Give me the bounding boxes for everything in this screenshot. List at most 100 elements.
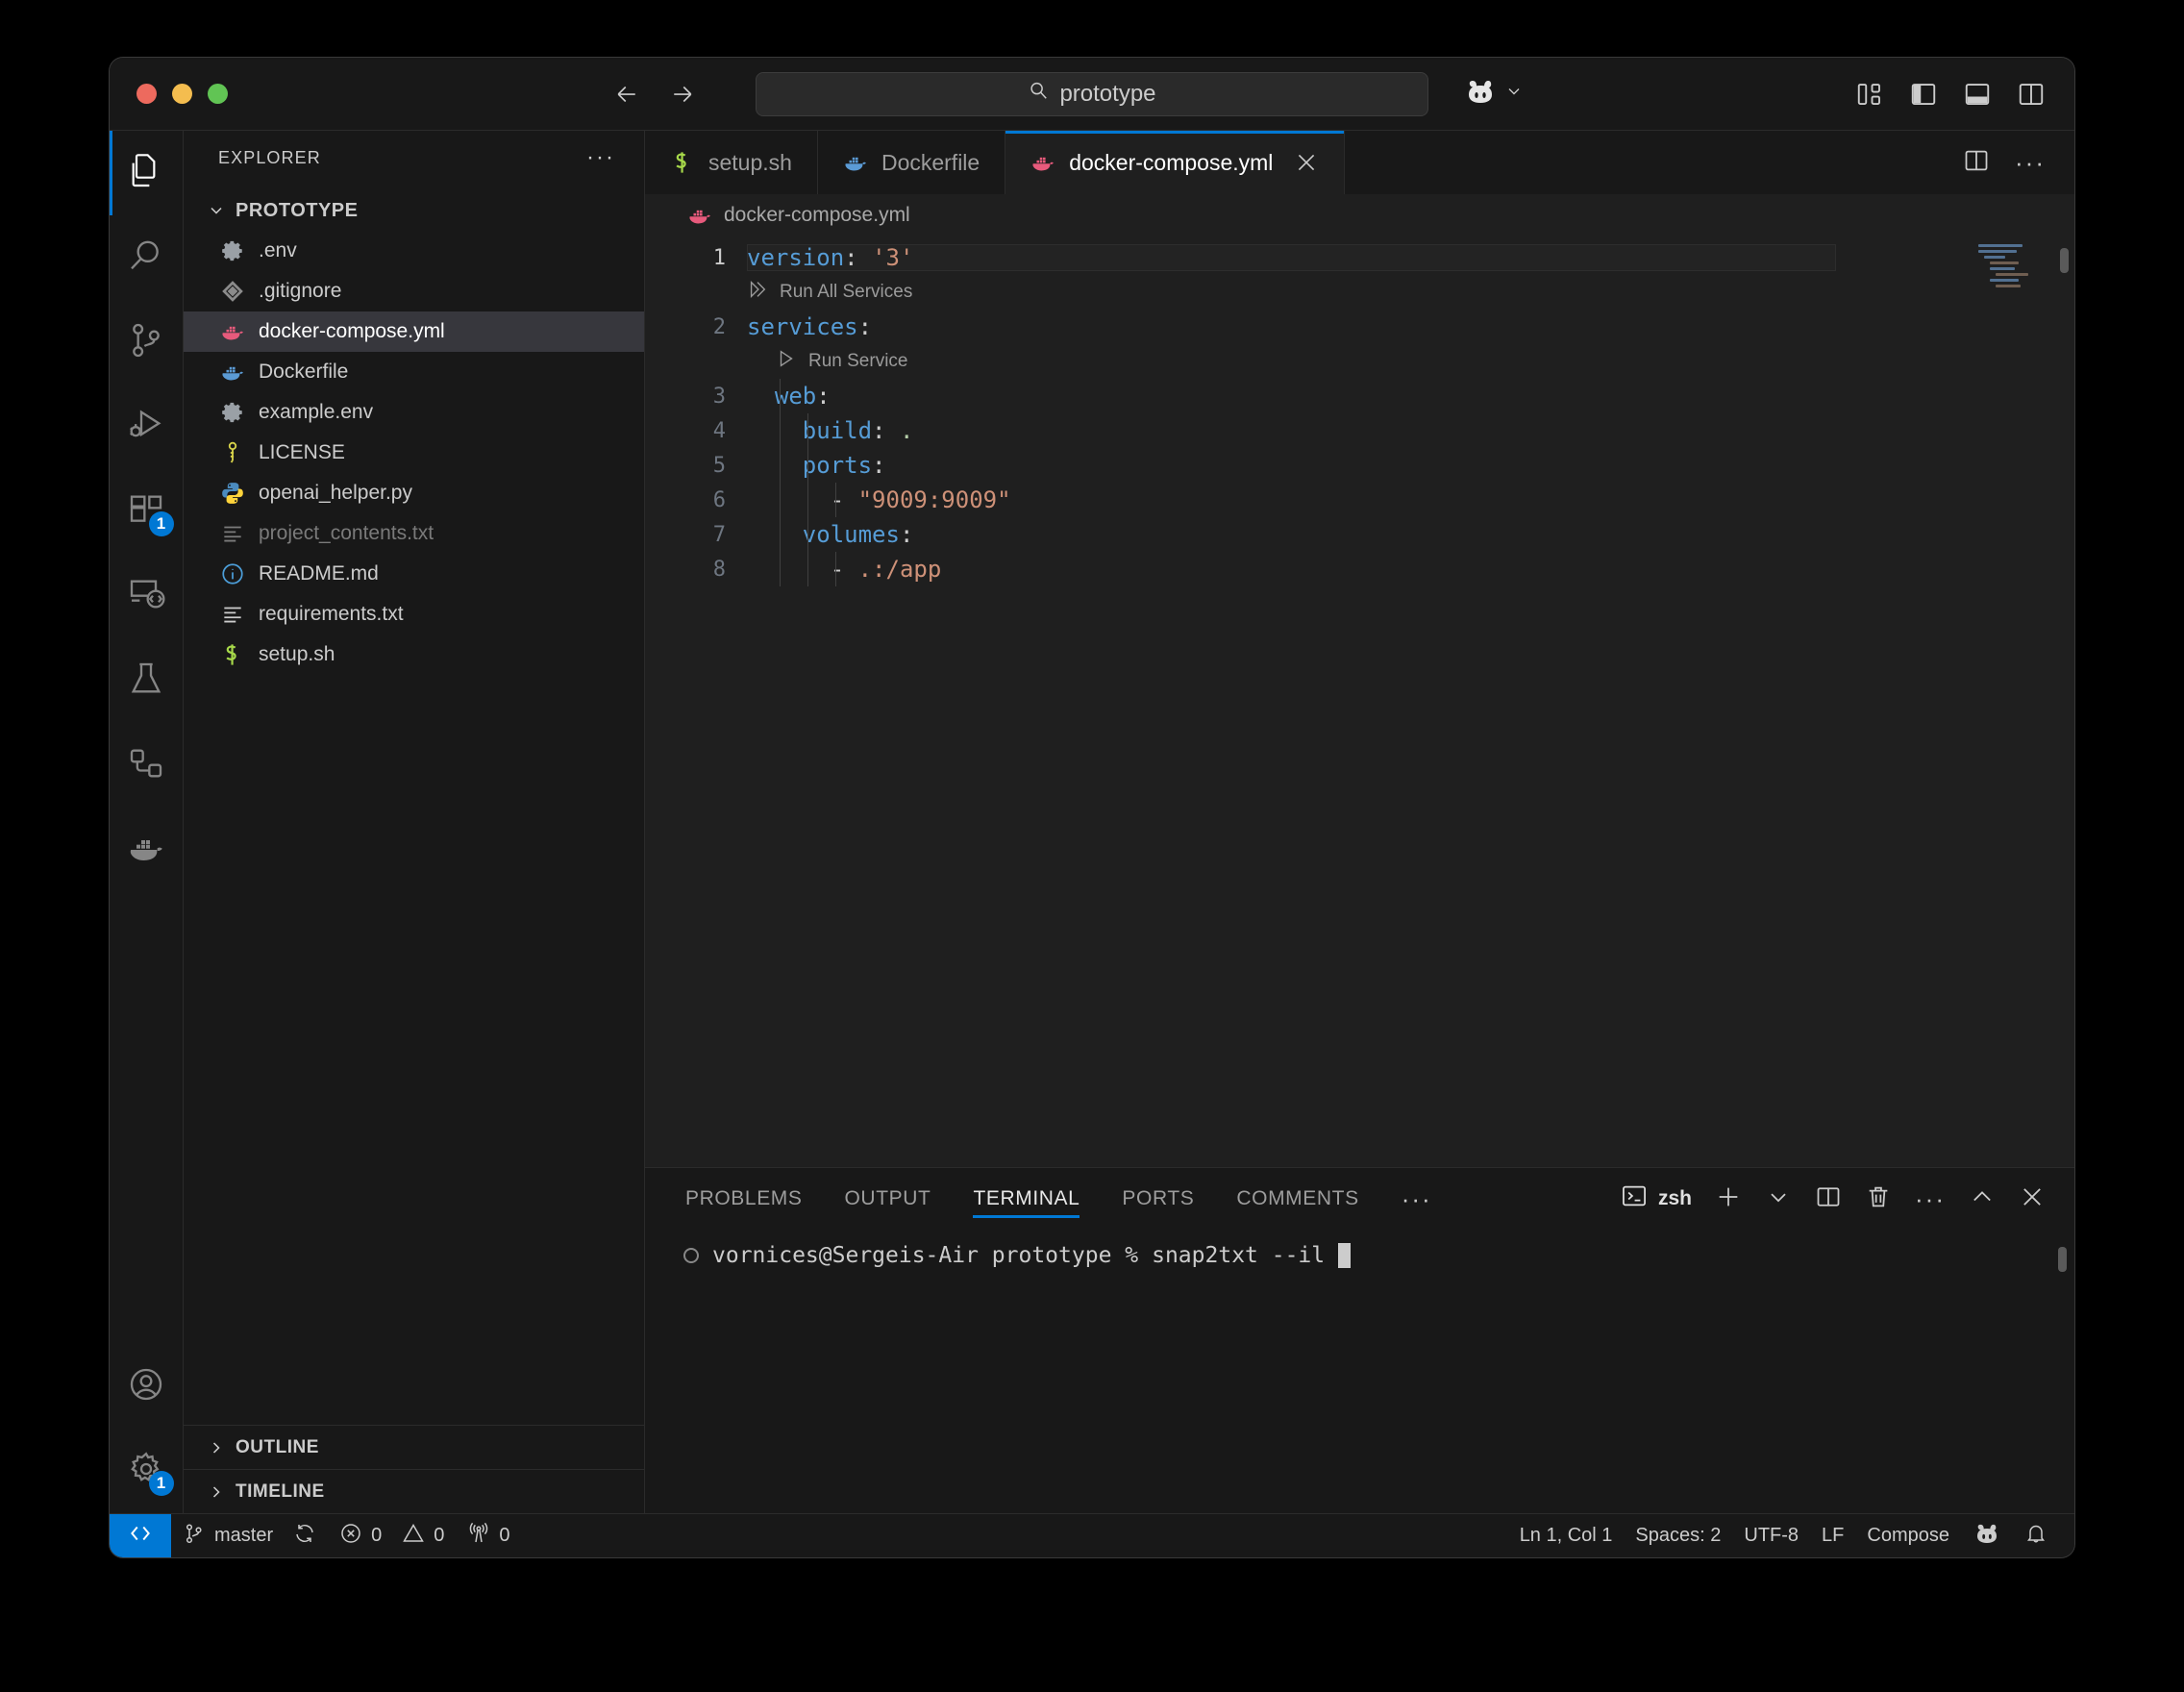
status-language-mode[interactable]: Compose <box>1855 1514 1961 1558</box>
command-center-search[interactable]: prototype <box>756 71 1428 116</box>
tab-setup-sh[interactable]: setup.sh <box>645 131 818 194</box>
remote-window-button[interactable] <box>110 1513 171 1557</box>
line-number: 5 <box>712 453 726 478</box>
docker-blue-icon <box>843 150 868 175</box>
close-panel-icon[interactable] <box>2019 1183 2046 1215</box>
terminal-profile-chevron-icon[interactable] <box>1765 1183 1792 1215</box>
editor-more-actions-icon[interactable]: ··· <box>2015 150 2046 175</box>
activitybar-item-docker[interactable] <box>110 808 184 892</box>
split-terminal-icon[interactable] <box>1815 1183 1842 1215</box>
sidebar-section-timeline[interactable]: TIMELINE <box>184 1469 644 1513</box>
gear-file-icon <box>220 400 245 425</box>
sidebar-section-outline[interactable]: OUTLINE <box>184 1425 644 1469</box>
split-editor-right-icon[interactable] <box>1963 147 1990 179</box>
toggle-primary-sidebar-icon[interactable] <box>1909 80 1938 109</box>
minimap[interactable] <box>1978 244 2046 311</box>
tab-ports[interactable]: PORTS <box>1122 1168 1194 1230</box>
file-row[interactable]: openai_helper.py <box>184 473 644 513</box>
tab-docker-compose-yml[interactable]: docker-compose.yml <box>1005 131 1346 194</box>
activitybar-item-explorer[interactable] <box>110 131 184 215</box>
sidebar-more-actions-icon[interactable]: ··· <box>586 144 615 171</box>
tab-dockerfile[interactable]: Dockerfile <box>817 131 1006 194</box>
activitybar-item-extensions[interactable]: 1 <box>110 469 184 554</box>
maximize-panel-icon[interactable] <box>1969 1183 1996 1215</box>
status-problems[interactable]: 0 0 <box>328 1514 456 1558</box>
code-line[interactable]: 8 - .:/app <box>645 552 2074 586</box>
settings-badge: 1 <box>148 1471 174 1496</box>
code-content[interactable]: 1 version: '3' Run All Services 2 servic… <box>645 236 2074 586</box>
file-name: .gitignore <box>259 280 342 302</box>
code-line[interactable]: 1 version: '3' <box>645 240 2074 275</box>
new-terminal-icon[interactable] <box>1715 1183 1742 1215</box>
tab-output[interactable]: OUTPUT <box>845 1168 931 1230</box>
arrow-right-icon[interactable] <box>668 80 697 109</box>
code-line[interactable]: 7 volumes: <box>645 517 2074 552</box>
code-line[interactable]: 4 build: . <box>645 413 2074 448</box>
code-editor[interactable]: docker-compose.yml 1 version: '3' Run Al… <box>645 194 2074 1167</box>
status-encoding[interactable]: UTF-8 <box>1732 1514 1810 1558</box>
file-row[interactable]: setup.sh <box>184 634 644 675</box>
close-window-button[interactable] <box>136 84 157 104</box>
file-row[interactable]: LICENSE <box>184 433 644 473</box>
file-row[interactable]: project_contents.txt <box>184 513 644 554</box>
status-indentation[interactable]: Spaces: 2 <box>1624 1514 1732 1558</box>
file-name: requirements.txt <box>259 603 404 625</box>
activitybar-item-dev-containers[interactable] <box>110 723 184 808</box>
close-icon[interactable] <box>1294 150 1319 175</box>
code-line[interactable]: 5 ports: <box>645 448 2074 483</box>
editor-scrollbar[interactable] <box>2060 248 2069 273</box>
file-row[interactable]: .env <box>184 231 644 271</box>
text-file-icon <box>220 602 245 627</box>
status-copilot[interactable] <box>1961 1514 2013 1558</box>
error-icon <box>339 1522 362 1551</box>
folder-root-prototype[interactable]: PROTOTYPE <box>184 190 644 231</box>
terminal-view[interactable]: vornices@Sergeis-Air prototype % snap2tx… <box>645 1230 2074 1513</box>
terminal-scrollbar[interactable] <box>2058 1247 2067 1272</box>
file-row[interactable]: Dockerfile <box>184 352 644 392</box>
file-name: .env <box>259 239 297 261</box>
codelens-run-service[interactable]: Run Service <box>645 344 2074 379</box>
bell-icon <box>2024 1522 2048 1551</box>
breadcrumb[interactable]: docker-compose.yml <box>645 194 2074 236</box>
maximize-window-button[interactable] <box>208 84 228 104</box>
arrow-left-icon[interactable] <box>612 80 641 109</box>
terminal-more-actions-icon[interactable]: ··· <box>1915 1186 1946 1211</box>
activitybar-item-source-control[interactable] <box>110 300 184 385</box>
editor-tab-actions: ··· <box>1963 131 2074 194</box>
file-row[interactable]: example.env <box>184 392 644 433</box>
file-row[interactable]: .gitignore <box>184 271 644 311</box>
toggle-panel-icon[interactable] <box>1963 80 1992 109</box>
activitybar-item-settings[interactable]: 1 <box>110 1429 184 1513</box>
panel-more-tabs-icon[interactable]: ··· <box>1402 1184 1432 1214</box>
status-ports[interactable]: 0 <box>456 1514 521 1558</box>
code-line[interactable]: 3 web: <box>645 379 2074 413</box>
tab-comments[interactable]: COMMENTS <box>1236 1168 1358 1230</box>
activitybar-item-remote-explorer[interactable] <box>110 554 184 638</box>
activitybar-item-run-and-debug[interactable] <box>110 385 184 469</box>
file-row-docker-compose-yml[interactable]: docker-compose.yml <box>184 311 644 352</box>
status-cursor-position[interactable]: Ln 1, Col 1 <box>1508 1514 1625 1558</box>
activitybar-item-search[interactable] <box>110 215 184 300</box>
customize-layout-icon[interactable] <box>1855 80 1884 109</box>
activitybar-item-accounts[interactable] <box>110 1344 184 1429</box>
activitybar-item-testing[interactable] <box>110 638 184 723</box>
status-branch[interactable]: master <box>171 1514 328 1558</box>
codelens-run-all-services[interactable]: Run All Services <box>645 275 2074 310</box>
code-line[interactable]: 2 services: <box>645 310 2074 344</box>
tab-terminal[interactable]: TERMINAL <box>973 1168 1080 1230</box>
file-row[interactable]: README.md <box>184 554 644 594</box>
shell-icon <box>220 642 245 667</box>
tab-problems[interactable]: PROBLEMS <box>685 1168 803 1230</box>
status-notifications[interactable] <box>2013 1514 2059 1558</box>
code-line[interactable]: 6 - "9009:9009" <box>645 483 2074 517</box>
sync-icon[interactable] <box>293 1522 316 1551</box>
copilot-menu-button[interactable] <box>1463 78 1524 110</box>
toggle-secondary-sidebar-icon[interactable] <box>2017 80 2046 109</box>
status-eol[interactable]: LF <box>1810 1514 1855 1558</box>
navigation-buttons <box>612 80 697 109</box>
file-row[interactable]: requirements.txt <box>184 594 644 634</box>
minimize-window-button[interactable] <box>172 84 192 104</box>
codelens-label: Run All Services <box>780 282 913 302</box>
kill-terminal-icon[interactable] <box>1865 1183 1892 1215</box>
terminal-shell-selector[interactable]: zsh <box>1621 1182 1692 1215</box>
